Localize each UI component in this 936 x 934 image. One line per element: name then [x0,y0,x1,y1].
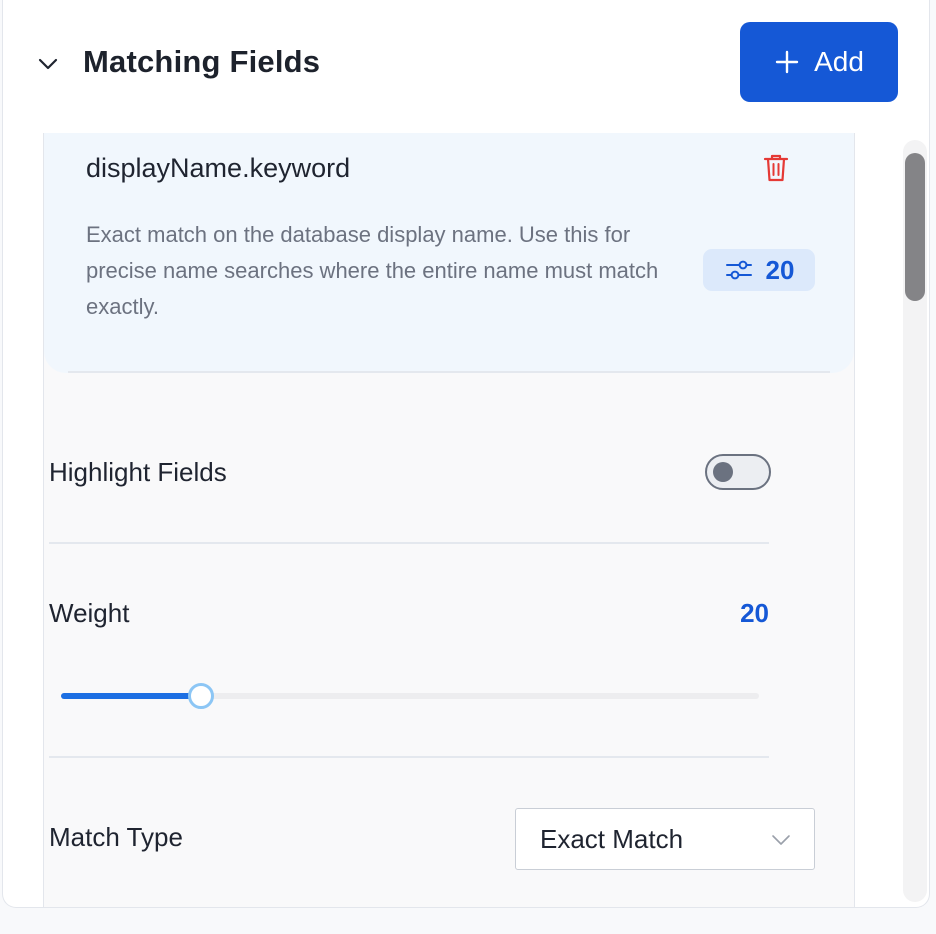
sliders-icon [725,260,752,280]
highlight-fields-toggle[interactable] [705,454,771,490]
match-type-select[interactable]: Exact Match [515,808,815,870]
weight-slider[interactable] [61,683,759,709]
chevron-down-icon [772,835,790,845]
match-type-label: Match Type [49,822,183,852]
field-description: Exact match on the database display name… [86,222,659,319]
matching-fields-panel: Matching Fields Add displayName.keyword … [2,0,930,908]
toggle-knob [713,462,733,482]
chevron-down-icon[interactable] [35,51,61,77]
plus-icon [775,50,799,74]
field-card: displayName.keyword Exact match on the d… [44,133,854,373]
add-button-label: Add [814,46,864,77]
panel-title: Matching Fields [83,44,321,79]
slider-fill [61,693,201,699]
card-divider [68,371,830,373]
weight-value: 20 [740,598,769,628]
trash-icon[interactable] [762,152,790,184]
match-type-row: Match Type Exact Match [49,808,815,870]
weight-badge-value: 20 [765,254,795,285]
weight-row: Weight 20 [49,598,769,634]
match-type-value: Exact Match [540,824,684,854]
weight-badge: 20 [703,249,815,291]
highlight-fields-label: Highlight Fields [49,457,227,487]
settings-divider [49,756,769,758]
field-name: displayName.keyword [86,153,351,183]
panel-header: Matching Fields Add [3,0,929,128]
weight-label: Weight [49,598,130,628]
settings-divider [49,542,769,544]
fields-scroll-area: displayName.keyword Exact match on the d… [43,133,855,907]
scrollbar-thumb[interactable] [905,153,925,301]
highlight-fields-row: Highlight Fields [49,454,771,494]
slider-thumb[interactable] [188,683,214,709]
add-button[interactable]: Add [740,22,898,102]
